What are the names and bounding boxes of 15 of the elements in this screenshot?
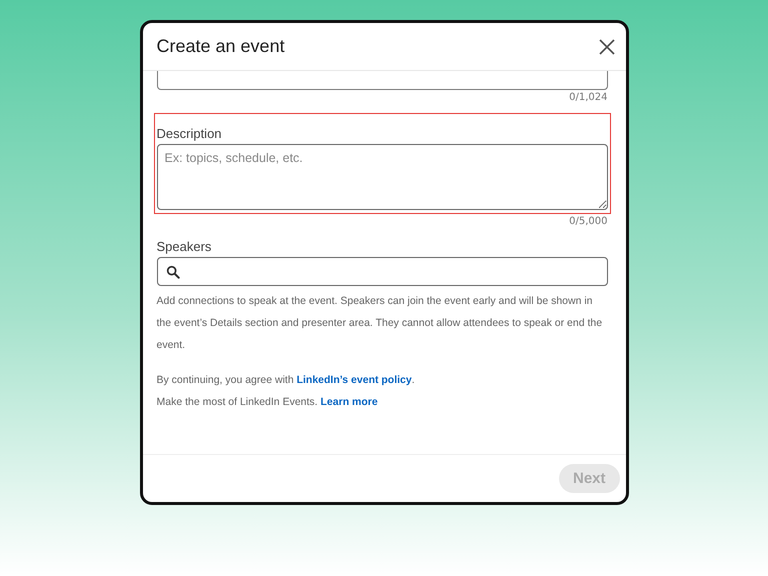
close-icon[interactable] — [598, 38, 616, 56]
search-icon — [166, 264, 180, 278]
info-text: Make the most of LinkedIn Events. Learn more — [156, 396, 379, 408]
field-label: Speakers — [156, 239, 212, 254]
description-field[interactable]: Ex: topics, schedule, etc. — [156, 144, 608, 210]
help-text: Add connections to speak at the event. Speakers can join the event early and will be shown in the event’s Details section and presenter area. They cannot allow attendees to speak or end the event. — [156, 294, 604, 353]
text-field[interactable] — [156, 71, 608, 90]
character-counter: 0/1,024 — [568, 92, 608, 103]
learn-more-link[interactable]: Learn more — [320, 396, 378, 408]
field-label: Description — [156, 126, 223, 141]
speakers-search-field[interactable] — [156, 257, 608, 286]
policy-link[interactable]: LinkedIn’s event policy — [296, 374, 412, 386]
policy-text: By continuing, you agree with LinkedIn’s event policy. — [156, 374, 416, 386]
dialog-title: Create an event — [156, 36, 285, 57]
character-counter: 0/5,000 — [568, 216, 608, 227]
